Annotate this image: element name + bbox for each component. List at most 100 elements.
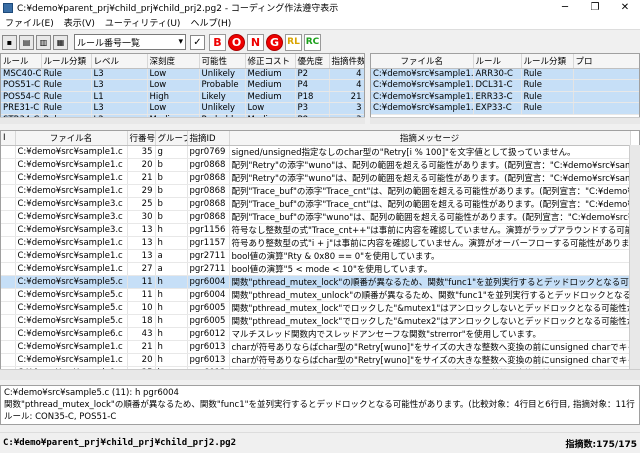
filter-n-button[interactable]: N bbox=[247, 33, 264, 51]
col-rule-class[interactable]: ルール分類 bbox=[41, 54, 92, 69]
filter-g-button[interactable]: G bbox=[266, 33, 283, 51]
message-row[interactable]: C:¥demo¥src¥sample1.c 27 a pgr2711 bool値の演算"… bbox=[1, 262, 631, 276]
message-row[interactable]: C:¥demo¥src¥sample3.c 13 h pgr1156 符号なし整数型の式… bbox=[1, 223, 631, 237]
col-id[interactable]: 指摘ID bbox=[187, 131, 230, 146]
message-row[interactable]: C:¥demo¥src¥sample5.c 18 h pgr6005 関数"pthrea… bbox=[1, 314, 631, 328]
message-row[interactable]: C:¥demo¥src¥sample1.c 35 g pgr0769 signed/un… bbox=[1, 145, 631, 159]
rules-row-cell: P18 bbox=[295, 91, 330, 103]
message-row-cell: C:¥demo¥src¥sample1.c bbox=[15, 353, 128, 367]
rule-list-select[interactable]: ルール番号一覧 ▾ bbox=[74, 34, 186, 50]
message-row[interactable]: C:¥demo¥src¥sample1.c 21 b pgr0868 配列"Retry"… bbox=[1, 171, 631, 185]
message-row-cell: g bbox=[155, 145, 188, 159]
menu-utility[interactable]: ユーティリティ(U) bbox=[100, 16, 186, 29]
files-row[interactable]: C:¥demo¥src¥sample1.c ARR30-C Rule bbox=[371, 68, 639, 80]
menu-help[interactable]: ヘルプ(H) bbox=[185, 16, 236, 29]
col-count[interactable]: 指摘件数 bbox=[329, 54, 364, 69]
files-row-cell: Rule bbox=[521, 79, 574, 92]
save-icon[interactable]: ▪ bbox=[2, 34, 17, 50]
message-row[interactable]: C:¥demo¥src¥sample1.c 20 h pgr6013 charが符号あり… bbox=[1, 353, 631, 367]
filter-b-button[interactable]: B bbox=[209, 33, 226, 51]
files-row-cell: Rule bbox=[521, 68, 574, 80]
col-rule[interactable]: ルール bbox=[473, 54, 522, 69]
message-row[interactable]: C:¥demo¥src¥sample6.c 43 h pgr6012 マルチスレッド関数… bbox=[1, 327, 631, 341]
col-rule[interactable]: ルール bbox=[1, 54, 42, 69]
message-row-cell: pgr1157 bbox=[187, 236, 230, 250]
files-row[interactable]: C:¥demo¥src¥sample1.c ERR33-C Rule bbox=[371, 91, 639, 103]
col-program[interactable]: プロ bbox=[573, 54, 639, 69]
files-row[interactable]: C:¥demo¥src¥sample1.c EXP33-C Rule bbox=[371, 102, 639, 115]
message-row-cell: 35 bbox=[127, 145, 156, 159]
check-icon[interactable]: ✓ bbox=[190, 34, 205, 50]
col-file-name[interactable]: ファイル名 bbox=[371, 54, 474, 69]
message-row-cell: C:¥demo¥src¥sample1.c bbox=[15, 158, 128, 172]
status-count: 指摘数:175/175 bbox=[565, 439, 637, 450]
message-row-cell: 20 bbox=[127, 158, 156, 172]
message-row-cell: bool値の演算"Rty & 0x80 == 0"を使用しています。 bbox=[229, 249, 631, 263]
rules-row-cell: Likely bbox=[199, 91, 246, 103]
grid-icon[interactable]: ▦ bbox=[53, 34, 68, 50]
files-row-cell: C:¥demo¥src¥sample1.c bbox=[371, 68, 474, 80]
col-message[interactable]: 指摘メッセージ bbox=[229, 131, 631, 146]
message-row[interactable]: C:¥demo¥src¥sample3.c 25 b pgr0868 配列"Trace_… bbox=[1, 197, 631, 211]
restore-button[interactable]: ❐ bbox=[580, 0, 610, 15]
report-icon[interactable]: ▥ bbox=[36, 34, 51, 50]
message-row-cell: 配列"Trace_buf"の添字"Trace_cnt"は、配列の範囲を超える可能… bbox=[229, 184, 631, 198]
filter-o-button[interactable]: O bbox=[228, 33, 245, 51]
message-row-cell: 配列"Trace_buf"の添字"wuno"は、配列の範囲を超える可能性がありま… bbox=[229, 210, 631, 224]
col-line[interactable]: 行番号 bbox=[127, 131, 156, 146]
message-row[interactable]: C:¥demo¥src¥sample5.c 11 h pgr6004 関数"pthrea… bbox=[1, 288, 631, 302]
message-row-cell bbox=[1, 301, 16, 315]
message-row-cell: pgr0868 bbox=[187, 197, 230, 211]
message-row[interactable]: C:¥demo¥src¥sample1.c 13 a pgr2711 bool値の演算"… bbox=[1, 249, 631, 263]
col-remediation-cost[interactable]: 修正コスト bbox=[245, 54, 296, 69]
files-row-cell: Rule bbox=[521, 102, 574, 115]
message-row-cell: h bbox=[155, 340, 188, 354]
message-row[interactable]: C:¥demo¥src¥sample5.c 10 h pgr6005 関数"pthrea… bbox=[1, 301, 631, 315]
message-row-cell: pgr6004 bbox=[187, 275, 230, 289]
messages-hscrollbar[interactable] bbox=[0, 369, 640, 380]
rules-row-cell: Unlikely bbox=[199, 68, 246, 80]
col-likelihood[interactable]: 可能性 bbox=[199, 54, 246, 69]
message-row-cell: pgr6005 bbox=[187, 314, 230, 328]
message-row[interactable]: C:¥demo¥src¥sample1.c 29 b pgr0868 配列"Trace_… bbox=[1, 184, 631, 198]
rules-row-cell: Low bbox=[147, 68, 200, 80]
rules-row-cell: P2 bbox=[295, 68, 330, 80]
message-row[interactable]: C:¥demo¥src¥sample1.c 21 h pgr6013 charが符号あり… bbox=[1, 340, 631, 354]
col-group[interactable]: グループ bbox=[155, 131, 188, 146]
rules-row-cell: P3 bbox=[295, 102, 330, 115]
message-row-cell bbox=[1, 236, 16, 250]
message-row-cell: 13 bbox=[127, 223, 156, 237]
col-file-name[interactable]: ファイル名 bbox=[15, 131, 128, 146]
message-row-cell: pgr2711 bbox=[187, 249, 230, 263]
col-indicator[interactable]: I bbox=[1, 131, 16, 146]
col-severity[interactable]: 深刻度 bbox=[147, 54, 200, 69]
message-row-cell: pgr1156 bbox=[187, 223, 230, 237]
files-row-cell bbox=[573, 68, 639, 80]
message-row-cell: C:¥demo¥src¥sample1.c bbox=[15, 340, 128, 354]
close-button[interactable]: ✕ bbox=[610, 0, 640, 15]
col-rule-class[interactable]: ルール分類 bbox=[521, 54, 574, 69]
rules-row[interactable]: MSC40-C Rule L3 Low Unlikely Medium P2 4 bbox=[1, 68, 364, 80]
col-level[interactable]: レベル bbox=[91, 54, 148, 69]
message-row-cell: h bbox=[155, 353, 188, 367]
message-row[interactable]: C:¥demo¥src¥sample1.c 13 h pgr1157 符号あり整数型の式… bbox=[1, 236, 631, 250]
minimize-button[interactable]: ─ bbox=[550, 0, 580, 15]
rules-row-cell: PRE31-C bbox=[1, 102, 42, 115]
messages-vscrollbar[interactable] bbox=[629, 145, 640, 369]
rules-row-cell: 4 bbox=[329, 79, 364, 92]
message-row-cell: 13 bbox=[127, 236, 156, 250]
menu-view[interactable]: 表示(V) bbox=[59, 16, 100, 29]
rules-row[interactable]: PRE31-C Rule L3 Low Unlikely Low P3 3 bbox=[1, 102, 364, 115]
rules-row[interactable]: POS51-C Rule L3 Low Probable Medium P4 4 bbox=[1, 79, 364, 92]
filter-rl-button[interactable]: RL bbox=[285, 33, 302, 51]
message-row[interactable]: C:¥demo¥src¥sample3.c 30 b pgr0868 配列"Trace_… bbox=[1, 210, 631, 224]
menu-file[interactable]: ファイル(E) bbox=[0, 16, 59, 29]
rules-row[interactable]: POS54-C Rule L1 High Likely Medium P18 21 bbox=[1, 91, 364, 103]
message-row[interactable]: C:¥demo¥src¥sample5.c 11 h pgr6004 関数"pthrea… bbox=[1, 275, 631, 289]
message-row-cell: h bbox=[155, 236, 188, 250]
col-priority[interactable]: 優先度 bbox=[295, 54, 330, 69]
message-row[interactable]: C:¥demo¥src¥sample1.c 20 b pgr0868 配列"Retry"… bbox=[1, 158, 631, 172]
files-row[interactable]: C:¥demo¥src¥sample1.c DCL31-C Rule bbox=[371, 79, 639, 92]
export-icon[interactable]: ▤ bbox=[19, 34, 34, 50]
filter-rc-button[interactable]: RC bbox=[304, 33, 321, 51]
